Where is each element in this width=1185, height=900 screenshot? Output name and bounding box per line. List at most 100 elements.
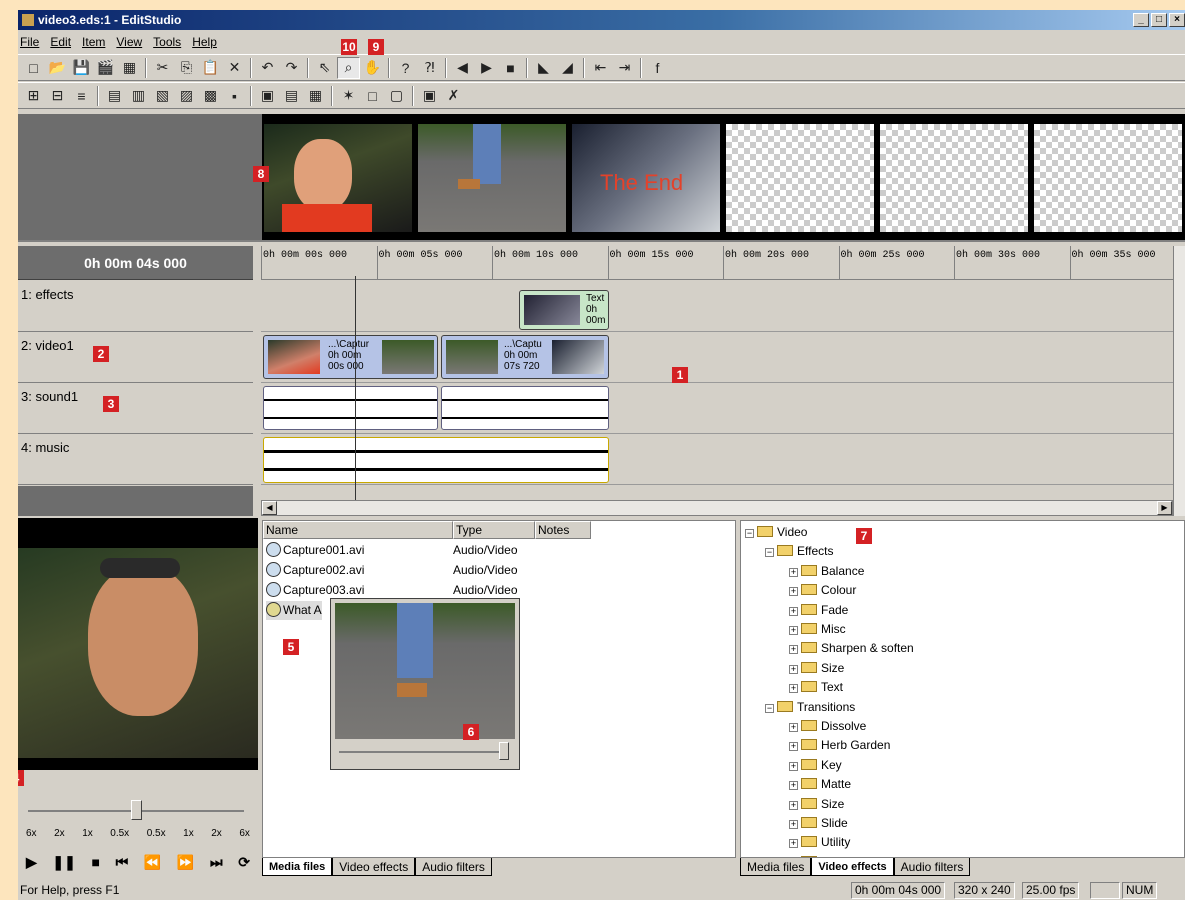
storyboard-empty-1[interactable]: [726, 124, 874, 232]
maximize-button[interactable]: □: [1151, 13, 1167, 27]
track-sound1[interactable]: [261, 384, 1173, 434]
expand-icon[interactable]: +: [789, 800, 798, 810]
tree-item[interactable]: + Balance: [789, 562, 864, 581]
tree-item[interactable]: + Colour: [789, 581, 856, 600]
col-type[interactable]: Type: [453, 521, 535, 539]
play-icon[interactable]: ▶: [26, 854, 37, 871]
track-label-music[interactable]: 4: music: [18, 435, 253, 485]
play-icon[interactable]: ▶: [475, 57, 498, 79]
tab-video-effects[interactable]: Video effects: [332, 858, 416, 876]
stop-icon[interactable]: ■: [92, 854, 100, 871]
toolbar2-button-8[interactable]: ▪: [223, 85, 246, 107]
paste-icon[interactable]: 📋: [199, 57, 222, 79]
storyboard-thumb-1[interactable]: [264, 124, 412, 232]
toolbar2-button-11[interactable]: ▦: [304, 85, 327, 107]
zoom-icon[interactable]: ⌕: [337, 56, 360, 79]
delete-icon[interactable]: ✕: [223, 57, 246, 79]
toolbar2-button-2[interactable]: ≡: [70, 85, 93, 107]
close-button[interactable]: ×: [1169, 13, 1185, 27]
tab-audio-filters[interactable]: Audio filters: [415, 858, 492, 876]
storyboard-thumb-3[interactable]: The End: [572, 124, 720, 232]
pointer-icon[interactable]: ⇖: [313, 57, 336, 79]
expand-icon[interactable]: +: [789, 761, 798, 771]
tree-item[interactable]: − Effects: [765, 542, 833, 561]
text-effect-clip[interactable]: Text 0h 00m: [519, 290, 609, 330]
toolbar2-button-10[interactable]: ▤: [280, 85, 303, 107]
menu-help[interactable]: Help: [192, 32, 217, 52]
toolbar2-button-3[interactable]: ▤: [103, 85, 126, 107]
audio-clip-1[interactable]: [263, 386, 438, 430]
stop-icon[interactable]: ■: [499, 57, 522, 79]
toolbar2-button-6[interactable]: ▨: [175, 85, 198, 107]
scroll-left-icon[interactable]: ◀: [262, 501, 277, 515]
menu-tools[interactable]: Tools: [153, 32, 181, 52]
copy-icon[interactable]: ⎘: [175, 57, 198, 79]
go-in-icon[interactable]: ⇤: [589, 57, 612, 79]
menu-item[interactable]: Item: [82, 32, 105, 52]
tree-item[interactable]: + Fade: [789, 601, 848, 620]
minimize-button[interactable]: _: [1133, 13, 1149, 27]
menu-file[interactable]: File: [20, 32, 39, 52]
expand-icon[interactable]: +: [789, 606, 798, 616]
expand-icon[interactable]: +: [789, 664, 798, 674]
track-video1[interactable]: ...\Captur 0h 00m 00s 000 ...\Captu 0h 0…: [261, 333, 1173, 383]
cut-icon[interactable]: ✂: [151, 57, 174, 79]
go-end-icon[interactable]: ⏭: [210, 854, 223, 871]
toolbar2-button-15[interactable]: ▣: [418, 85, 441, 107]
menu-edit[interactable]: Edit: [50, 32, 71, 52]
toolbar2-button-1[interactable]: ⊟: [46, 85, 69, 107]
fast-forward-icon[interactable]: ⏩: [177, 854, 194, 871]
go-start-icon[interactable]: ⏮: [116, 854, 129, 871]
mark-out-icon[interactable]: ◢: [556, 57, 579, 79]
tree-item[interactable]: + Size: [789, 659, 844, 678]
tree-item[interactable]: − Video: [745, 523, 807, 542]
render-icon[interactable]: ▦: [118, 57, 141, 79]
pause-icon[interactable]: ❚❚: [52, 854, 75, 871]
timeline-ruler[interactable]: 0h 00m 00s 000 0h 00m 05s 000 0h 00m 10s 0…: [261, 246, 1173, 280]
loop-icon[interactable]: ⟳: [238, 854, 250, 871]
help-icon[interactable]: ?: [394, 57, 417, 79]
tab-video-effects[interactable]: Video effects: [811, 858, 894, 876]
mark-in-icon[interactable]: ◣: [532, 57, 555, 79]
toolbar2-button-4[interactable]: ▥: [127, 85, 150, 107]
tree-item[interactable]: + Misc: [789, 620, 846, 639]
track-label-video1[interactable]: 2: video1: [18, 333, 253, 383]
new-icon[interactable]: □: [22, 57, 45, 79]
track-label-sound1[interactable]: 3: sound1: [18, 384, 253, 434]
expand-icon[interactable]: +: [789, 567, 798, 577]
expand-icon[interactable]: +: [789, 820, 798, 829]
context-help-icon[interactable]: ⁈: [418, 57, 441, 79]
timeline-horizontal-scrollbar[interactable]: ◀ ▶: [261, 500, 1173, 516]
video-clip-1[interactable]: ...\Captur 0h 00m 00s 000: [263, 335, 438, 379]
track-effects[interactable]: Text 0h 00m: [261, 282, 1173, 332]
media-row[interactable]: What A: [266, 601, 322, 620]
tree-item[interactable]: + Herb Garden: [789, 736, 890, 755]
track-label-effects[interactable]: 1: effects: [18, 282, 253, 332]
go-out-icon[interactable]: ⇥: [613, 57, 636, 79]
storyboard-thumb-2[interactable]: [418, 124, 566, 232]
expand-icon[interactable]: +: [789, 781, 798, 791]
tree-item[interactable]: + Matte: [789, 775, 851, 794]
media-row[interactable]: Capture001.avi: [266, 541, 364, 560]
expand-icon[interactable]: +: [789, 839, 798, 849]
scroll-right-icon[interactable]: ▶: [1157, 501, 1172, 515]
timeline-playhead[interactable]: [355, 276, 356, 500]
toolbar2-button-12[interactable]: ✶: [337, 85, 360, 107]
tree-item[interactable]: − Transitions: [765, 698, 855, 717]
expand-icon[interactable]: +: [789, 723, 798, 732]
audio-clip-2[interactable]: [441, 386, 609, 430]
tree-item[interactable]: + Slide: [789, 814, 848, 833]
tree-item[interactable]: + Text: [789, 678, 843, 697]
tree-item[interactable]: + Utility: [789, 833, 850, 852]
toolbar2-button-5[interactable]: ▧: [151, 85, 174, 107]
prev-icon[interactable]: ◀: [451, 57, 474, 79]
track-music[interactable]: [261, 435, 1173, 485]
storyboard-empty-3[interactable]: [1034, 124, 1182, 232]
hand-icon[interactable]: ✋: [361, 57, 384, 79]
tab-media-files[interactable]: Media files: [740, 858, 812, 876]
tree-item[interactable]: + Size: [789, 795, 844, 814]
toolbar2-button-7[interactable]: ▩: [199, 85, 222, 107]
music-clip[interactable]: [263, 437, 609, 483]
toolbar2-button-0[interactable]: ⊞: [22, 85, 45, 107]
expand-icon[interactable]: +: [789, 742, 798, 752]
